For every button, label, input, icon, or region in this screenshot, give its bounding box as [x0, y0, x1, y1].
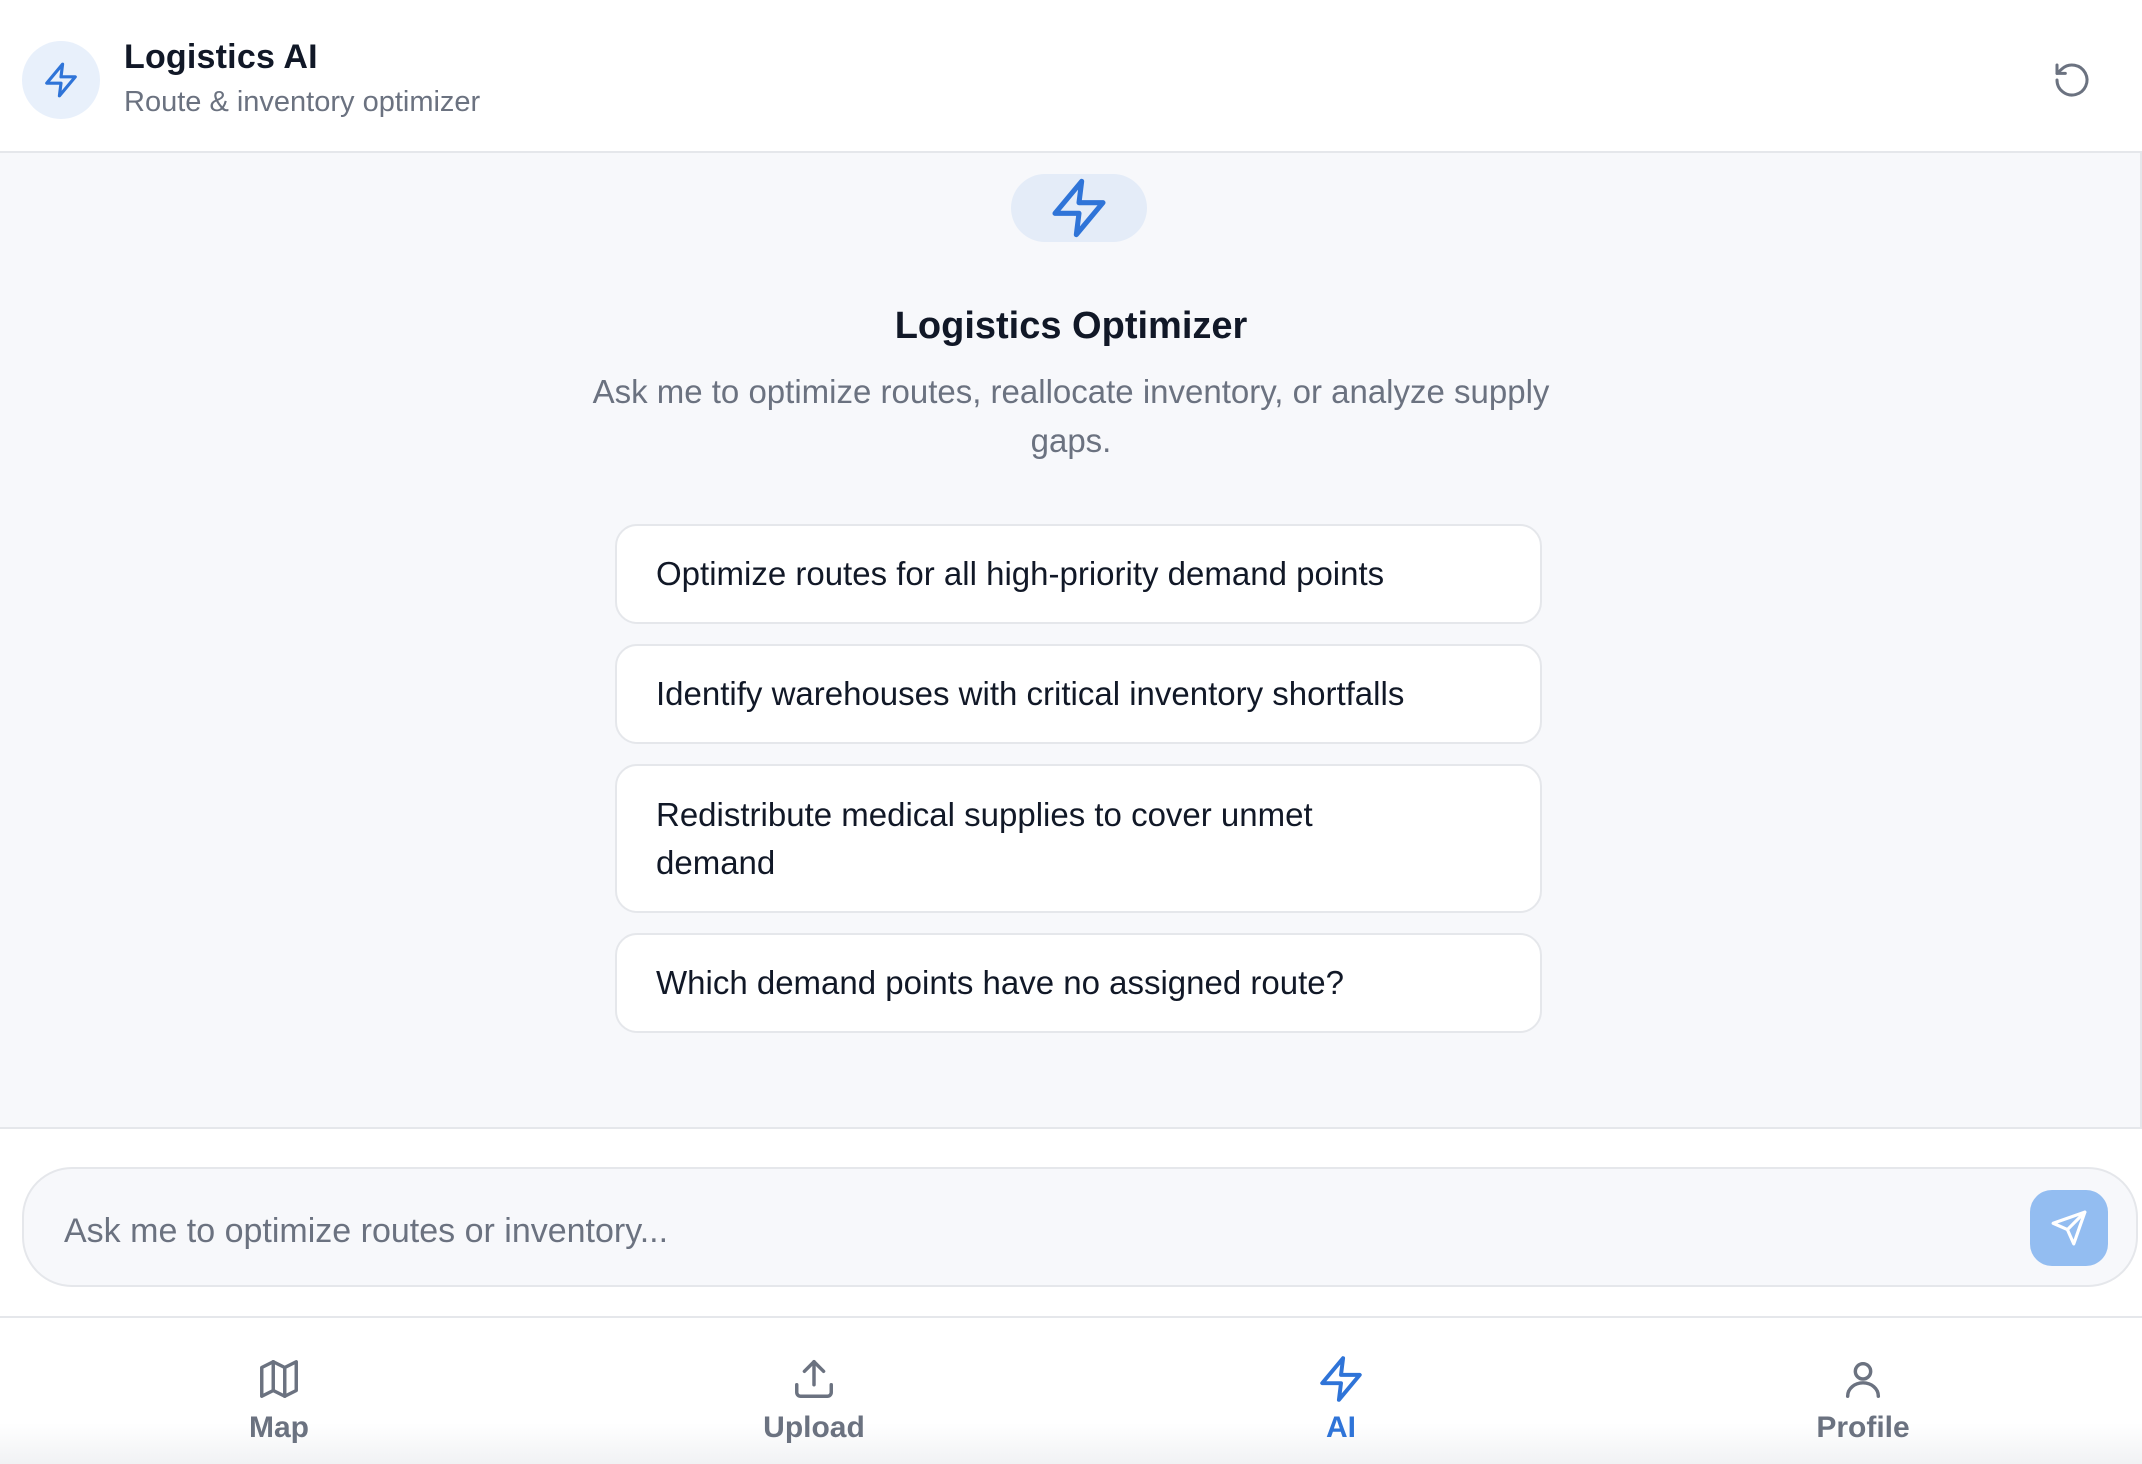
- send-icon: [2051, 1210, 2087, 1246]
- lightning-icon: [1211, 1354, 1471, 1404]
- nav-label: Map: [249, 1411, 309, 1444]
- suggestion-label: Redistribute medical supplies to cover u…: [656, 795, 1313, 881]
- lightning-icon: [22, 41, 100, 119]
- refresh-icon: [2055, 63, 2089, 97]
- chat-input-bar: [22, 1167, 2138, 1287]
- app-header: Logistics AI Route & inventory optimizer: [0, 0, 2142, 153]
- nav-item-profile[interactable]: Profile: [1733, 1318, 1993, 1464]
- map-icon: [149, 1354, 409, 1404]
- empty-state-description: Ask me to optimize routes, reallocate in…: [592, 373, 1550, 459]
- suggestion-label: Optimize routes for all high-priority de…: [656, 555, 1385, 592]
- user-icon: [1733, 1354, 1993, 1404]
- suggestion-label: Which demand points have no assigned rou…: [656, 964, 1344, 1001]
- suggestion-button[interactable]: Optimize routes for all high-priority de…: [615, 524, 1542, 624]
- suggestion-button[interactable]: Which demand points have no assigned rou…: [615, 933, 1542, 1033]
- chat-input[interactable]: [64, 1169, 2004, 1285]
- nav-item-ai[interactable]: AI: [1211, 1318, 1471, 1464]
- nav-label: Upload: [763, 1411, 865, 1444]
- reset-conversation-button[interactable]: [2048, 56, 2096, 104]
- lightning-icon: [1011, 174, 1147, 242]
- upload-icon: [684, 1354, 944, 1404]
- nav-label: AI: [1326, 1411, 1356, 1444]
- suggestion-button[interactable]: Identify warehouses with critical invent…: [615, 644, 1542, 744]
- nav-item-map[interactable]: Map: [149, 1318, 409, 1464]
- app-subtitle: Route & inventory optimizer: [124, 86, 481, 118]
- suggestion-label: Identify warehouses with critical invent…: [656, 675, 1405, 712]
- nav-label: Profile: [1816, 1411, 1910, 1444]
- suggestion-button[interactable]: Redistribute medical supplies to cover u…: [615, 764, 1542, 913]
- empty-state-title: Logistics Optimizer: [894, 305, 1248, 347]
- suggestion-list: Optimize routes for all high-priority de…: [615, 524, 1542, 1053]
- send-button[interactable]: [2030, 1190, 2108, 1266]
- bottom-nav: Map Upload AI Profile: [0, 1316, 2142, 1464]
- app-title: Logistics AI: [124, 38, 318, 76]
- chat-area: Logistics Optimizer Ask me to optimize r…: [0, 153, 2142, 1129]
- nav-item-upload[interactable]: Upload: [684, 1318, 944, 1464]
